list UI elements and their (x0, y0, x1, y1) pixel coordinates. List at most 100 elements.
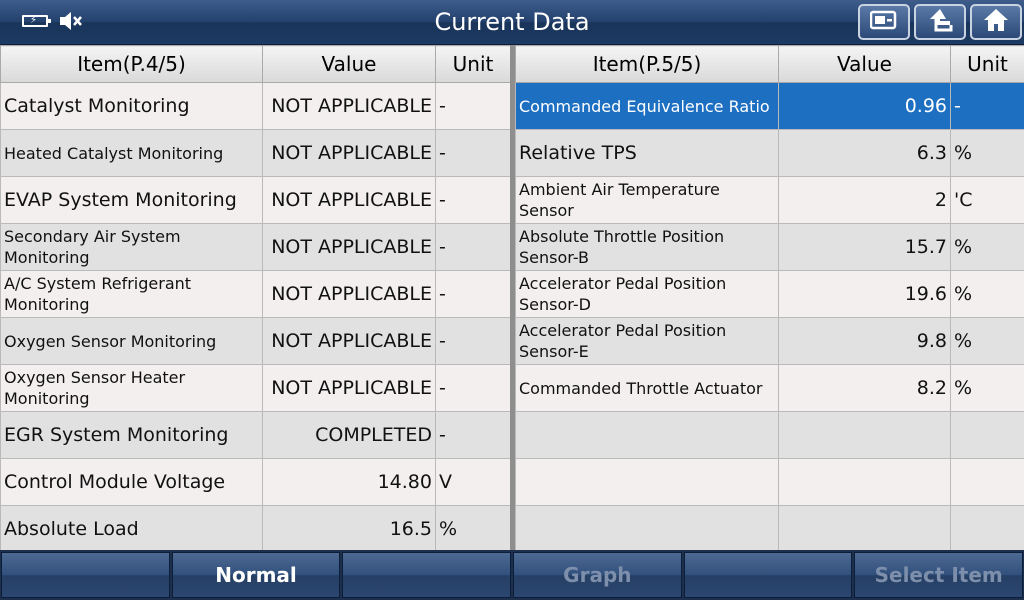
bottom-toolbar: Normal Graph Select Item (0, 550, 1024, 600)
item-cell: Oxygen Sensor Monitoring (0, 317, 263, 365)
item-cell: Heated Catalyst Monitoring (0, 129, 263, 177)
unit-cell: % (950, 129, 1024, 177)
value-cell (778, 505, 951, 553)
unit-cell: - (435, 364, 511, 412)
back-button[interactable] (914, 4, 966, 40)
titlebar-buttons (858, 4, 1022, 40)
item-cell: Commanded Throttle Actuator (515, 364, 779, 412)
value-cell: 14.80 (262, 458, 436, 506)
table-row[interactable]: Oxygen Sensor Monitoring NOT APPLICABLE … (0, 317, 511, 365)
column-header-unit[interactable]: Unit (435, 45, 511, 83)
item-cell: Oxygen Sensor Heater Monitoring (0, 364, 263, 412)
item-cell: Relative TPS (515, 129, 779, 177)
value-cell: NOT APPLICABLE (262, 223, 436, 271)
right-data-panel: Item(P.5/5) Value Unit Commanded Equival… (515, 45, 1024, 553)
value-cell: 9.8 (778, 317, 951, 365)
unit-cell (950, 505, 1024, 553)
item-cell (515, 458, 779, 506)
screenshot-button[interactable] (858, 4, 910, 40)
table-row[interactable]: Commanded Throttle Actuator 8.2 % (515, 364, 1024, 412)
column-header-item[interactable]: Item(P.5/5) (515, 45, 779, 83)
table-row[interactable]: Relative TPS 6.3 % (515, 129, 1024, 177)
unit-cell (950, 411, 1024, 459)
unit-cell: - (435, 223, 511, 271)
toolbar-button-1[interactable] (1, 552, 170, 598)
item-cell: Accelerator Pedal Position Sensor-D (515, 270, 779, 318)
item-cell: EGR System Monitoring (0, 411, 263, 459)
item-cell: EVAP System Monitoring (0, 176, 263, 224)
item-cell: Catalyst Monitoring (0, 82, 263, 130)
value-cell: 0.96 (778, 82, 951, 130)
column-header-unit[interactable]: Unit (950, 45, 1024, 83)
column-header-value[interactable]: Value (262, 45, 436, 83)
right-data-table: Item(P.5/5) Value Unit Commanded Equival… (515, 45, 1024, 553)
table-row[interactable]: Ambient Air Temperature Sensor 2 'C (515, 176, 1024, 224)
value-cell: NOT APPLICABLE (262, 176, 436, 224)
value-cell: NOT APPLICABLE (262, 129, 436, 177)
value-cell: 2 (778, 176, 951, 224)
value-cell: 16.5 (262, 505, 436, 553)
table-row[interactable]: Absolute Load 16.5 % (0, 505, 511, 553)
table-row[interactable]: Accelerator Pedal Position Sensor-E 9.8 … (515, 317, 1024, 365)
table-row[interactable]: Oxygen Sensor Heater Monitoring NOT APPL… (0, 364, 511, 412)
value-cell: NOT APPLICABLE (262, 317, 436, 365)
value-cell (778, 411, 951, 459)
table-row[interactable]: Catalyst Monitoring NOT APPLICABLE - (0, 82, 511, 130)
value-cell: NOT APPLICABLE (262, 270, 436, 318)
table-row[interactable]: Heated Catalyst Monitoring NOT APPLICABL… (0, 129, 511, 177)
table-row-empty (515, 411, 1024, 459)
item-cell: Absolute Throttle Position Sensor-B (515, 223, 779, 271)
table-row[interactable]: Secondary Air System Monitoring NOT APPL… (0, 223, 511, 271)
item-cell: Control Module Voltage (0, 458, 263, 506)
value-cell: COMPLETED (262, 411, 436, 459)
item-cell: Commanded Equivalence Ratio (515, 82, 779, 130)
value-cell (778, 458, 951, 506)
normal-button[interactable]: Normal (171, 552, 341, 598)
value-cell: 19.6 (778, 270, 951, 318)
table-row[interactable]: Absolute Throttle Position Sensor-B 15.7… (515, 223, 1024, 271)
unit-cell: V (435, 458, 511, 506)
unit-cell: - (435, 82, 511, 130)
unit-cell: - (435, 411, 511, 459)
unit-cell: - (435, 270, 511, 318)
table-row[interactable]: A/C System Refrigerant Monitoring NOT AP… (0, 270, 511, 318)
unit-cell: - (435, 176, 511, 224)
column-header-item[interactable]: Item(P.4/5) (0, 45, 263, 83)
item-cell: A/C System Refrigerant Monitoring (0, 270, 263, 318)
left-data-table: Item(P.4/5) Value Unit Catalyst Monitori… (0, 45, 511, 553)
unit-cell (950, 458, 1024, 506)
unit-cell: % (950, 364, 1024, 412)
unit-cell: - (950, 82, 1024, 130)
unit-cell: % (950, 317, 1024, 365)
home-icon (982, 7, 1010, 37)
value-cell: NOT APPLICABLE (262, 82, 436, 130)
table-row[interactable]: Control Module Voltage 14.80 V (0, 458, 511, 506)
table-row[interactable]: EGR System Monitoring COMPLETED - (0, 411, 511, 459)
title-bar: ⚡ Current Data (0, 0, 1024, 45)
screenshot-icon (869, 9, 898, 35)
item-cell: Secondary Air System Monitoring (0, 223, 263, 271)
toolbar-button-5[interactable] (683, 552, 853, 598)
value-cell: 15.7 (778, 223, 951, 271)
left-data-panel: Item(P.4/5) Value Unit Catalyst Monitori… (0, 45, 511, 553)
item-cell: Ambient Air Temperature Sensor (515, 176, 779, 224)
table-row[interactable]: Accelerator Pedal Position Sensor-D 19.6… (515, 270, 1024, 318)
graph-button[interactable]: Graph (513, 552, 682, 598)
table-row-empty (515, 458, 1024, 506)
column-header-value[interactable]: Value (778, 45, 951, 83)
item-cell: Accelerator Pedal Position Sensor-E (515, 317, 779, 365)
table-row[interactable]: EVAP System Monitoring NOT APPLICABLE - (0, 176, 511, 224)
table-row-empty (515, 505, 1024, 553)
unit-cell: % (435, 505, 511, 553)
table-row-selected[interactable]: Commanded Equivalence Ratio 0.96 - (515, 82, 1024, 130)
unit-cell: - (435, 129, 511, 177)
back-icon (926, 7, 954, 37)
toolbar-button-3[interactable] (342, 552, 512, 598)
item-cell: Absolute Load (0, 505, 263, 553)
item-cell (515, 505, 779, 553)
home-button[interactable] (970, 4, 1022, 40)
unit-cell: % (950, 270, 1024, 318)
unit-cell: - (435, 317, 511, 365)
value-cell: NOT APPLICABLE (262, 364, 436, 412)
select-item-button[interactable]: Select Item (854, 552, 1024, 598)
